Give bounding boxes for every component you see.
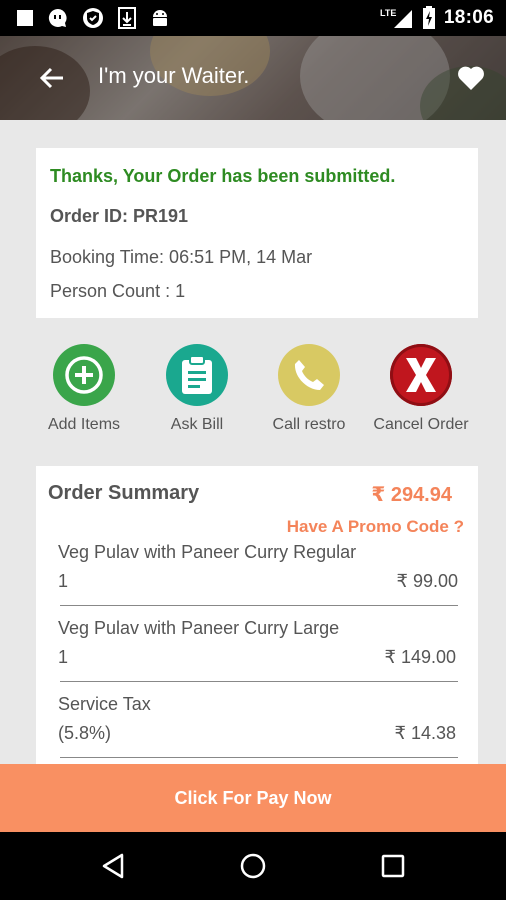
success-message: Thanks, Your Order has been submitted.	[50, 166, 396, 186]
home-circle-icon	[240, 853, 266, 879]
order-total: ₹ 294.94	[371, 484, 452, 506]
recents-square-icon	[381, 854, 405, 878]
divider	[60, 681, 458, 682]
download-icon	[118, 7, 136, 29]
item-price: ₹ 14.38	[394, 723, 457, 743]
item-price: ₹ 99.00	[396, 571, 459, 591]
status-bar: LTE 18:06	[0, 0, 506, 36]
back-triangle-icon	[102, 853, 124, 879]
android-icon	[150, 7, 170, 29]
back-button[interactable]	[38, 64, 66, 92]
item-price: ₹ 149.00	[384, 647, 456, 667]
add-items-label: Add Items	[47, 416, 121, 433]
ask-bill-label: Ask Bill	[170, 416, 224, 433]
order-confirmation-card: Thanks, Your Order has been submitted. O…	[36, 148, 478, 318]
cancel-order-label: Cancel Order	[373, 416, 469, 433]
divider	[60, 605, 458, 606]
booking-time: Booking Time: 06:51 PM, 14 Mar	[50, 247, 313, 267]
item-quantity: 1	[58, 647, 69, 667]
order-summary-title: Order Summary	[48, 482, 200, 504]
status-left-icons	[0, 7, 170, 29]
nav-back-button[interactable]	[99, 852, 127, 880]
order-summary-card: Order Summary ₹ 294.94 Have A Promo Code…	[36, 466, 478, 766]
nav-home-button[interactable]	[239, 852, 267, 880]
signal-icon: LTE	[380, 7, 414, 29]
ask-bill-button[interactable]: Ask Bill	[142, 344, 252, 434]
person-count: Person Count : 1	[50, 281, 186, 301]
clipboard-icon	[166, 344, 228, 406]
item-name: Service Tax	[58, 694, 151, 714]
item-quantity: 1	[58, 571, 69, 591]
navigation-bar	[0, 832, 506, 900]
shield-icon	[82, 7, 104, 29]
chat-bubble-icon	[48, 8, 68, 28]
phone-icon	[278, 344, 340, 406]
nav-recents-button[interactable]	[379, 852, 407, 880]
call-restro-label: Call restro	[272, 416, 346, 433]
call-restro-button[interactable]: Call restro	[254, 344, 364, 434]
add-items-button[interactable]: Add Items	[29, 344, 139, 434]
status-right-icons: LTE 18:06	[380, 6, 506, 30]
network-label: LTE	[380, 8, 396, 18]
heart-icon	[458, 66, 484, 90]
favorite-button[interactable]	[456, 64, 486, 92]
x-icon	[390, 344, 452, 406]
promo-code-link[interactable]: Have A Promo Code ?	[287, 517, 464, 537]
list-item: Service Tax (5.8%) ₹ 14.38	[58, 694, 456, 744]
pay-now-button[interactable]: Click For Pay Now	[0, 764, 506, 832]
cancel-order-button[interactable]: Cancel Order	[366, 344, 476, 434]
header-overlay	[0, 36, 506, 120]
divider	[60, 757, 458, 758]
list-item: Veg Pulav with Paneer Curry Regular 1 ₹ …	[58, 542, 459, 592]
page-title: I'm your Waiter.	[98, 63, 250, 88]
square-notification-icon	[16, 9, 34, 27]
order-id: Order ID: PR191	[50, 206, 189, 226]
item-name: Veg Pulav with Paneer Curry Large	[58, 618, 340, 638]
battery-icon	[422, 6, 436, 30]
plus-circle-icon	[53, 344, 115, 406]
status-time: 18:06	[443, 7, 494, 28]
item-quantity: (5.8%)	[58, 723, 112, 743]
app-header: I'm your Waiter.	[0, 36, 506, 120]
item-name: Veg Pulav with Paneer Curry Regular	[58, 542, 357, 562]
arrow-left-icon	[39, 67, 63, 89]
list-item: Veg Pulav with Paneer Curry Large 1 ₹ 14…	[58, 618, 456, 668]
